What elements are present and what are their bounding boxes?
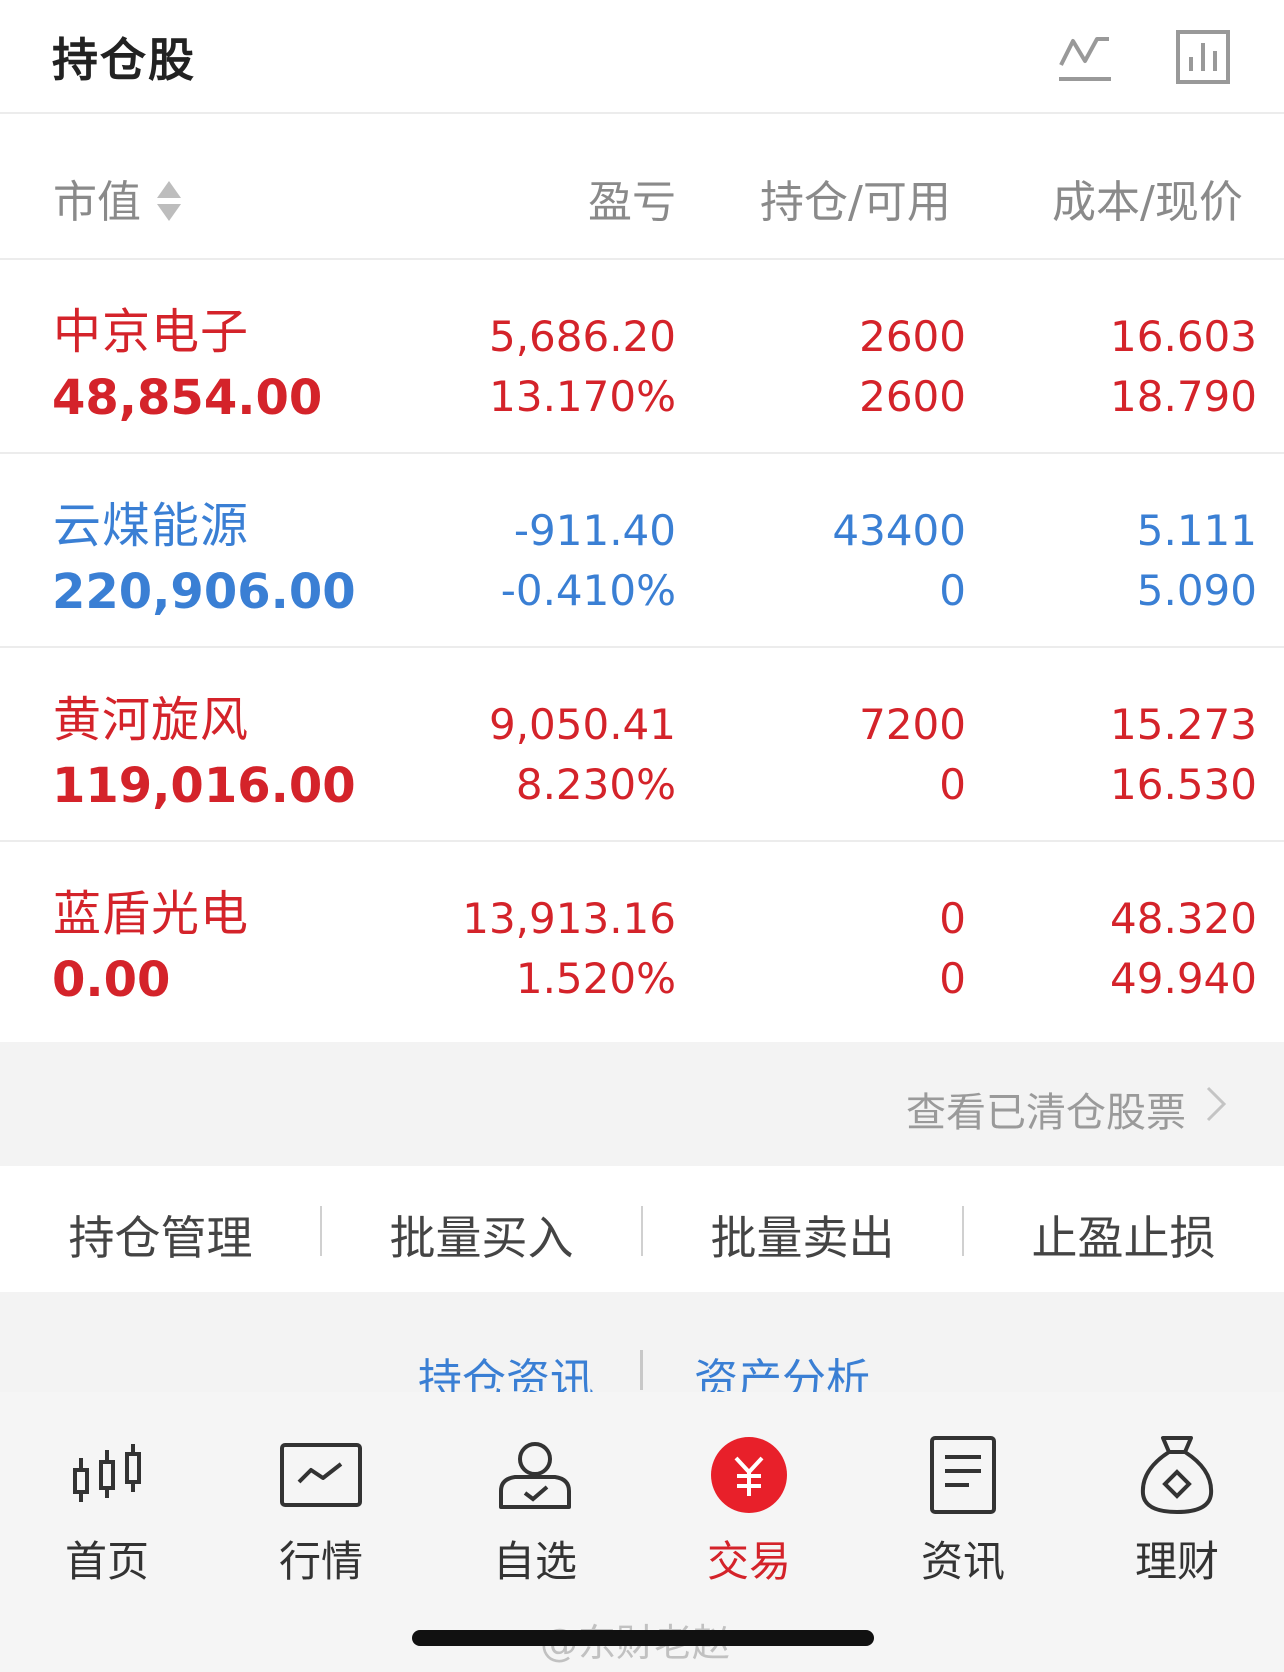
market-value: 119,016.00 xyxy=(52,758,356,814)
take-profit-stop-loss-button[interactable]: 止盈止损 xyxy=(963,1202,1284,1268)
tab-label: 理财 xyxy=(1134,1537,1219,1586)
stock-name: 云煤能源 xyxy=(53,498,250,554)
pnl-percent: 1.520% xyxy=(515,954,676,1003)
available-qty: 2600 xyxy=(859,372,966,421)
stock-name: 中京电子 xyxy=(53,304,250,360)
cost-price: 15.273 xyxy=(1110,700,1257,749)
current-price: 49.940 xyxy=(1110,954,1257,1003)
chevron-right-icon xyxy=(1206,1086,1227,1122)
col-market-value-label: 市值 xyxy=(53,177,141,228)
tab-trade[interactable]: 交易 xyxy=(642,1392,856,1592)
pnl-amount: -911.40 xyxy=(513,506,676,555)
tab-home[interactable]: 首页 xyxy=(0,1392,214,1592)
sort-arrows-icon xyxy=(157,181,181,221)
tab-news[interactable]: 资讯 xyxy=(856,1392,1070,1592)
stock-name: 黄河旋风 xyxy=(53,692,250,748)
user-check-icon xyxy=(492,1432,578,1518)
col-position: 持仓/可用 xyxy=(760,177,951,228)
batch-buy-button[interactable]: 批量买入 xyxy=(321,1202,642,1268)
money-bag-icon xyxy=(1134,1432,1220,1518)
tab-wealth[interactable]: 理财 xyxy=(1070,1392,1284,1592)
stock-name: 蓝盾光电 xyxy=(53,886,250,942)
tab-watchlist[interactable]: 自选 xyxy=(428,1392,642,1592)
market-value: 0.00 xyxy=(52,952,171,1008)
holding-row[interactable]: 云煤能源 220,906.00 -911.40 -0.410% 43400 0 … xyxy=(0,456,1284,648)
tab-label: 交易 xyxy=(706,1537,791,1586)
tab-label: 自选 xyxy=(492,1537,577,1586)
cost-price: 5.111 xyxy=(1136,506,1257,555)
top-header: 持仓股 xyxy=(0,0,1284,114)
page-title: 持仓股 xyxy=(52,33,196,87)
pnl-amount: 9,050.41 xyxy=(488,700,676,749)
batch-sell-button[interactable]: 批量卖出 xyxy=(642,1202,963,1268)
candlestick-icon xyxy=(64,1432,150,1518)
cleared-stocks-label: 查看已清仓股票 xyxy=(906,1090,1186,1136)
position-qty: 2600 xyxy=(859,312,966,361)
available-qty: 0 xyxy=(939,566,966,615)
current-price: 18.790 xyxy=(1110,372,1257,421)
tab-market[interactable]: 行情 xyxy=(214,1392,428,1592)
current-price: 5.090 xyxy=(1136,566,1257,615)
pnl-amount: 5,686.20 xyxy=(488,312,676,361)
pnl-percent: 8.230% xyxy=(515,760,676,809)
market-value: 220,906.00 xyxy=(52,564,356,620)
cost-price: 16.603 xyxy=(1110,312,1257,361)
holding-row[interactable]: 中京电子 48,854.00 5,686.20 13.170% 2600 260… xyxy=(0,262,1284,454)
position-management-button[interactable]: 持仓管理 xyxy=(0,1202,321,1268)
current-price: 16.530 xyxy=(1110,760,1257,809)
available-qty: 0 xyxy=(939,954,966,1003)
market-value: 48,854.00 xyxy=(52,370,323,426)
pnl-amount: 13,913.16 xyxy=(462,894,676,943)
cleared-stocks-link[interactable]: 查看已清仓股票 xyxy=(0,1042,1284,1166)
pnl-percent: -0.410% xyxy=(500,566,676,615)
position-qty: 0 xyxy=(939,894,966,943)
home-indicator[interactable] xyxy=(412,1630,874,1646)
tab-label: 资讯 xyxy=(920,1537,1005,1586)
cost-price: 48.320 xyxy=(1110,894,1257,943)
market-chart-icon xyxy=(278,1432,364,1518)
position-qty: 7200 xyxy=(859,700,966,749)
yuan-icon xyxy=(706,1432,792,1518)
tab-label: 首页 xyxy=(64,1537,149,1586)
holding-row[interactable]: 蓝盾光电 0.00 13,913.16 1.520% 0 0 48.320 49… xyxy=(0,844,1284,1036)
line-chart-icon[interactable] xyxy=(1054,28,1116,86)
column-header-row: 市值 盈亏 持仓/可用 成本/现价 xyxy=(0,116,1284,260)
col-market-value[interactable]: 市值 xyxy=(53,166,183,230)
position-qty: 43400 xyxy=(832,506,966,555)
holding-row[interactable]: 黄河旋风 119,016.00 9,050.41 8.230% 7200 0 1… xyxy=(0,650,1284,842)
col-pnl: 盈亏 xyxy=(588,177,676,228)
tab-label: 行情 xyxy=(278,1537,363,1586)
divider xyxy=(640,1350,643,1390)
pnl-percent: 13.170% xyxy=(489,372,676,421)
col-price: 成本/现价 xyxy=(1052,177,1243,228)
document-icon xyxy=(920,1432,1006,1518)
position-actions-bar: 持仓管理 批量买入 批量卖出 止盈止损 xyxy=(0,1166,1284,1292)
bar-chart-icon[interactable] xyxy=(1172,28,1234,86)
available-qty: 0 xyxy=(939,760,966,809)
